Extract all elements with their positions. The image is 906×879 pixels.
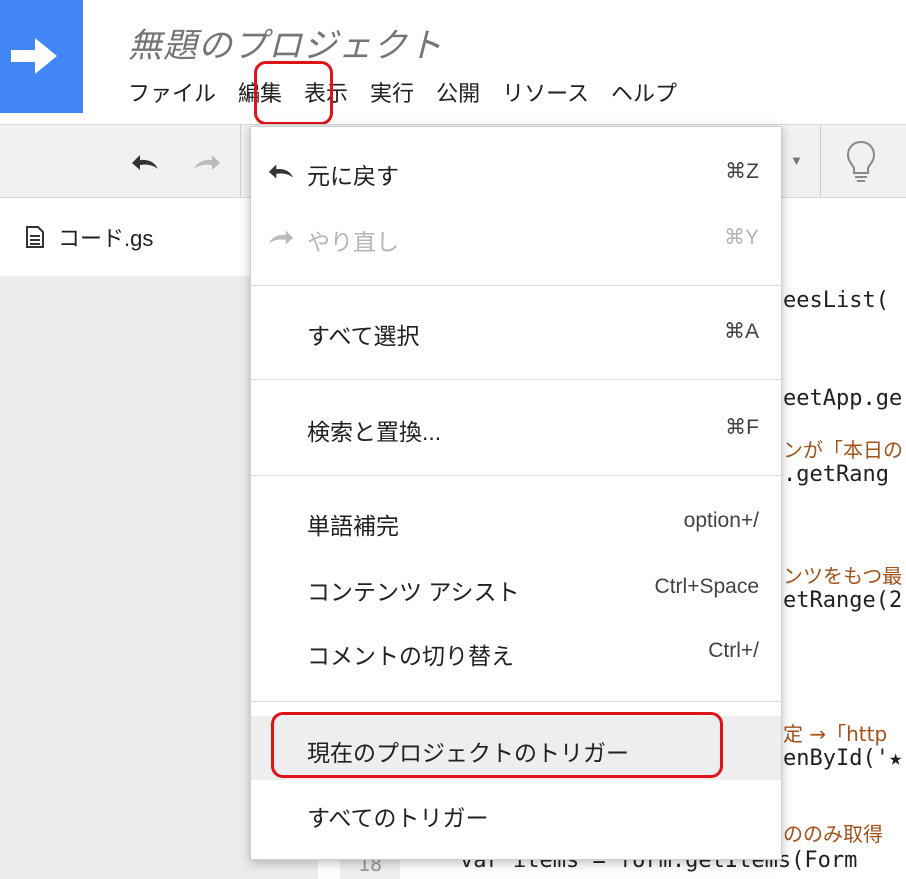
edit-menu-highlight [254, 61, 333, 125]
menu-item-shortcut: Ctrl+/ [708, 639, 759, 662]
redo-icon [268, 230, 294, 245]
menu-item-toggle-comment[interactable]: コメントの切り替え Ctrl+/ [251, 621, 781, 681]
menu-separator [251, 285, 781, 286]
menu-item-shortcut: ⌘Z [725, 160, 759, 183]
menu-item-label: 元に戻す [307, 163, 399, 189]
menu-item-shortcut: Ctrl+Space [654, 575, 759, 598]
menu-item-shortcut: ⌘A [723, 320, 759, 343]
menu-separator [251, 475, 781, 476]
code-comment: ンが「本日の [783, 438, 903, 462]
menu-item-all-triggers[interactable]: すべてのトリガー [251, 783, 781, 843]
menubar: ファイル 編集 表示 実行 公開 リソース ヘルプ [128, 74, 699, 114]
menu-item-label: コンテンツ アシスト [307, 579, 520, 605]
apps-script-editor: 無題のプロジェクト ファイル 編集 表示 実行 公開 リソース ヘルプ ▼ コー… [0, 0, 906, 879]
code-line: enById('★ [783, 746, 903, 771]
caret-down-icon[interactable]: ▼ [790, 153, 803, 168]
document-icon [26, 226, 44, 248]
apps-script-logo[interactable] [0, 0, 83, 113]
project-title[interactable]: 無題のプロジェクト [128, 18, 443, 67]
code-line: eesList( [783, 288, 889, 313]
menu-item-undo[interactable]: 元に戻す ⌘Z [251, 141, 781, 201]
menu-item-select-all[interactable]: すべて選択 ⌘A [251, 301, 781, 361]
file-name: コード.gs [58, 226, 154, 251]
menu-item-shortcut: ⌘F [725, 416, 759, 439]
menu-item-shortcut: ⌘Y [723, 226, 759, 249]
menu-resources[interactable]: リソース [502, 74, 589, 114]
menu-separator [251, 701, 781, 702]
code-line: .getRang [783, 462, 889, 487]
code-comment: 定 →「http [783, 722, 888, 746]
menu-item-redo[interactable]: やり直し ⌘Y [251, 207, 781, 267]
menu-separator [251, 379, 781, 380]
menu-item-content-assist[interactable]: コンテンツ アシスト Ctrl+Space [251, 557, 781, 617]
redo-icon[interactable] [190, 147, 224, 177]
menu-item-word-completion[interactable]: 単語補完 option+/ [251, 491, 781, 551]
arrow-right-icon [11, 38, 57, 74]
menu-help[interactable]: ヘルプ [611, 74, 677, 114]
menu-item-label: すべてのトリガー [307, 805, 489, 831]
lightbulb-icon[interactable] [845, 139, 877, 183]
toolbar-separator [820, 125, 821, 199]
trigger-highlight [271, 712, 723, 778]
menu-item-label: コメントの切り替え [307, 643, 514, 669]
menu-item-shortcut: option+/ [683, 509, 759, 532]
menu-item-label: すべて選択 [307, 323, 420, 349]
toolbar-separator [240, 125, 241, 199]
menu-run[interactable]: 実行 [370, 74, 414, 114]
menu-item-label: 単語補完 [307, 513, 399, 539]
menu-item-label: 検索と置換... [307, 419, 442, 445]
menu-publish[interactable]: 公開 [436, 74, 480, 114]
undo-icon[interactable] [128, 147, 162, 177]
code-line: etRange(2 [783, 588, 903, 613]
menu-file[interactable]: ファイル [128, 74, 216, 114]
menu-item-label: やり直し [307, 229, 399, 255]
code-line: eetApp.ge [783, 386, 903, 411]
code-comment: ののみ取得 [783, 822, 883, 846]
undo-icon [268, 164, 294, 179]
code-comment: ンツをもつ最 [783, 564, 903, 588]
menu-item-find-replace[interactable]: 検索と置換... ⌘F [251, 397, 781, 457]
